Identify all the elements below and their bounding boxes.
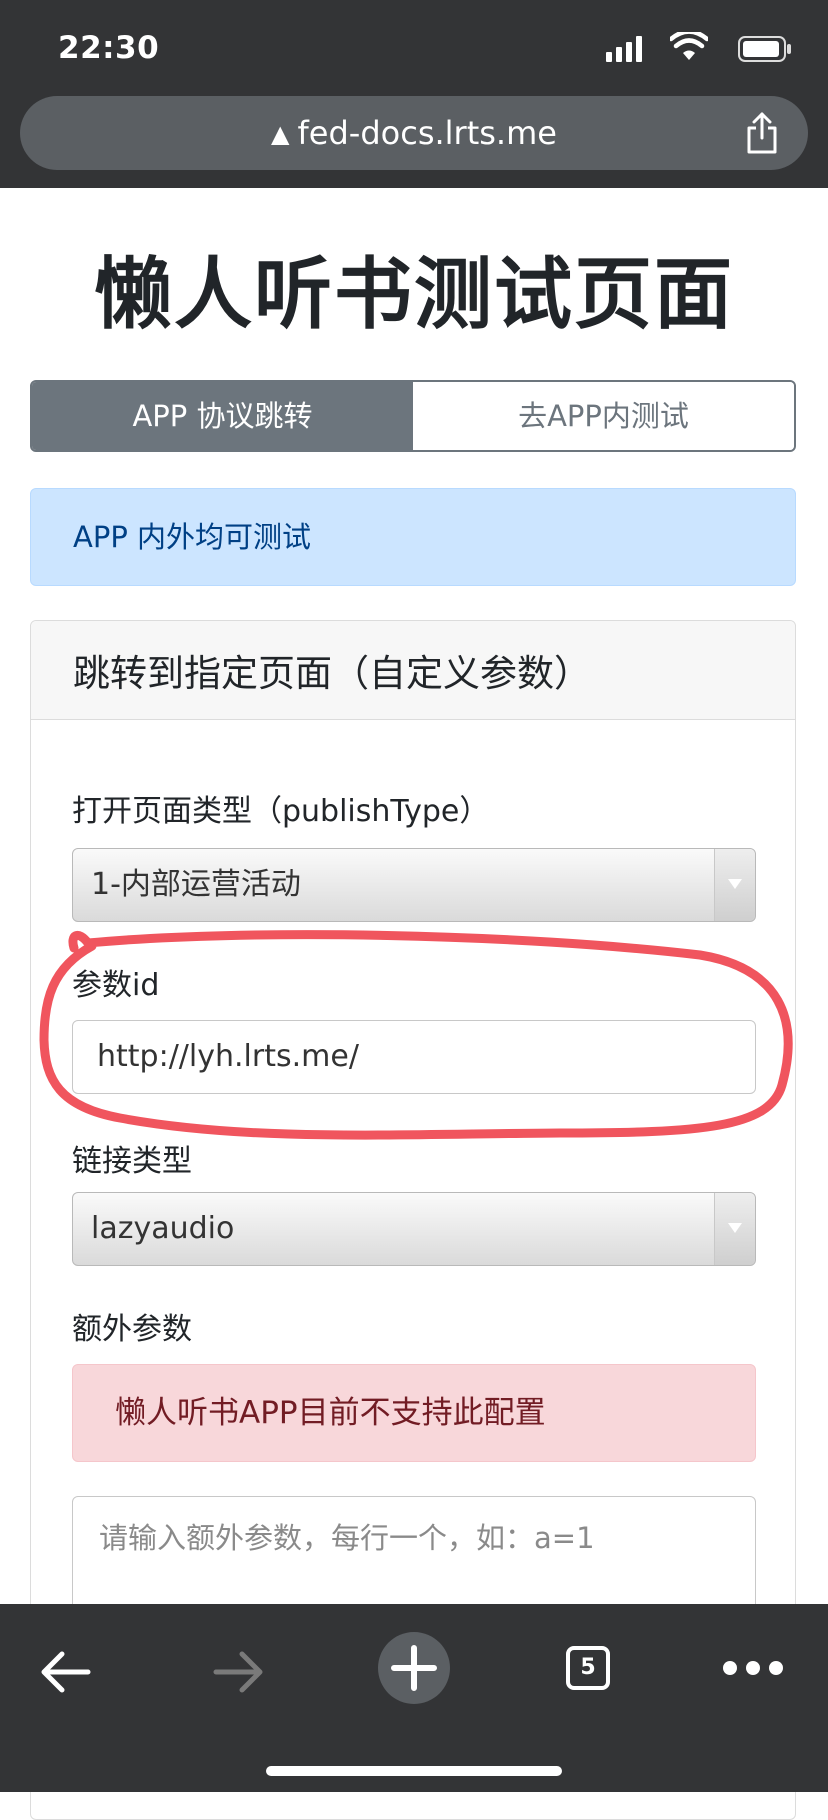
extra-params-textarea[interactable]: 请输入额外参数，每行一个，如：a=1 <box>72 1496 756 1618</box>
browser-top-bar: 22:30 ▲ fed-docs.lrts.me <box>0 0 828 188</box>
param-id-input[interactable]: http://lyh.lrts.me/ <box>72 1020 756 1094</box>
url-text: fed-docs.lrts.me <box>297 114 557 152</box>
publish-type-value: 1-内部运营活动 <box>91 867 301 902</box>
browser-bottom-bar: 5 <box>0 1604 828 1792</box>
link-type-value: lazyaudio <box>91 1211 235 1246</box>
url-display[interactable]: ▲ fed-docs.lrts.me <box>20 96 808 170</box>
publish-type-select[interactable]: 1-内部运营活动 <box>72 848 756 922</box>
chevron-down-icon <box>728 879 742 889</box>
select-arrow-box <box>714 849 755 921</box>
chevron-down-icon <box>728 1223 742 1233</box>
param-id-label: 参数id <box>72 968 160 1003</box>
extra-params-placeholder: 请输入额外参数，每行一个，如：a=1 <box>99 1521 595 1555</box>
address-bar[interactable]: ▲ fed-docs.lrts.me <box>20 96 808 170</box>
tab-test-in-app[interactable]: 去APP内测试 <box>413 382 794 450</box>
tab-count-button[interactable]: 5 <box>566 1646 610 1690</box>
mode-tabs: APP 协议跳转 去APP内测试 <box>30 380 796 452</box>
home-indicator <box>266 1766 562 1776</box>
link-type-label: 链接类型 <box>72 1144 192 1179</box>
battery-icon <box>738 36 791 62</box>
tab-app-protocol-jump[interactable]: APP 协议跳转 <box>32 382 413 450</box>
forward-arrow-icon[interactable] <box>212 1648 266 1696</box>
page-title: 懒人听书测试页面 <box>93 250 734 340</box>
extra-params-label: 额外参数 <box>72 1312 192 1347</box>
back-arrow-icon[interactable] <box>38 1648 92 1696</box>
cellular-signal-icon <box>606 36 642 62</box>
param-id-value: http://lyh.lrts.me/ <box>97 1039 359 1074</box>
new-tab-plus-icon[interactable] <box>378 1632 450 1704</box>
select-arrow-box <box>714 1193 755 1265</box>
card-header: 跳转到指定页面（自定义参数） <box>31 621 795 720</box>
card-title: 跳转到指定页面（自定义参数） <box>73 652 591 695</box>
not-secure-warning-icon: ▲ <box>271 120 290 148</box>
link-type-select[interactable]: lazyaudio <box>72 1192 756 1266</box>
share-icon[interactable] <box>744 110 780 154</box>
info-alert: APP 内外均可测试 <box>30 488 796 586</box>
publish-type-label: 打开页面类型（publishType） <box>72 794 490 829</box>
unsupported-warning-alert: 懒人听书APP目前不支持此配置 <box>72 1364 756 1462</box>
status-time: 22:30 <box>58 30 160 66</box>
more-menu-icon[interactable] <box>722 1660 784 1676</box>
wifi-icon <box>670 32 708 60</box>
